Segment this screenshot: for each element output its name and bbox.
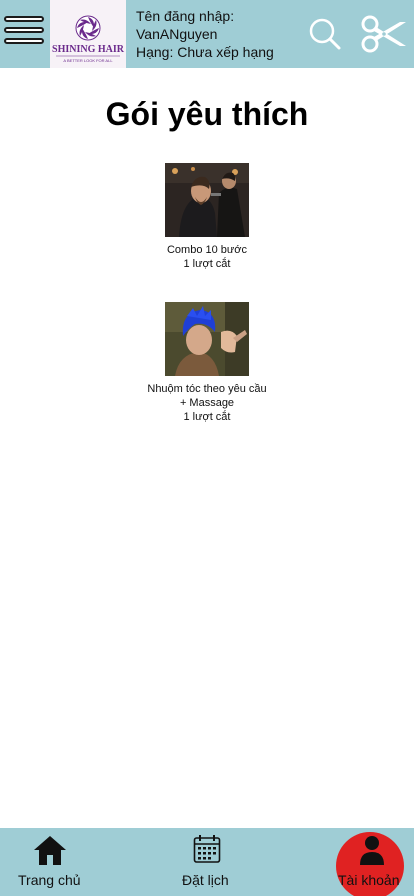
nav-booking[interactable]: Đặt lịch [160, 828, 254, 896]
package-item[interactable]: Combo 10 bước 1 lượt cắt [0, 163, 414, 271]
logo-text: SHINING HAIR [52, 44, 125, 55]
package-name-line1: Nhuộm tóc theo yêu cầu [147, 383, 267, 395]
shining-hair-logo[interactable]: SHINING HAIR A BETTER LOOK FOR ALL [50, 0, 126, 68]
hamburger-menu-icon[interactable] [4, 16, 44, 52]
package-count: 1 lượt cắt [183, 411, 231, 423]
top-header: SHINING HAIR A BETTER LOOK FOR ALL Tên đ… [0, 0, 414, 68]
barber-haircut-photo [165, 163, 249, 237]
calendar-icon [193, 835, 221, 863]
blue-hair-dye-photo [165, 302, 249, 376]
package-count: 1 lượt cắt [183, 258, 231, 270]
package-name: Combo 10 bước [166, 244, 247, 256]
nav-account[interactable]: Tài khoản [330, 828, 414, 896]
nav-booking-label: Đặt lịch [182, 872, 229, 888]
page-title: Gói yêu thích [105, 96, 309, 132]
package-name-line2: + Massage [179, 397, 235, 409]
bottom-nav: Trang chủ Đặt lịch Tài khoản [0, 828, 414, 896]
user-icon [360, 836, 384, 865]
nav-home[interactable]: Trang chủ [0, 828, 100, 896]
rank: Hạng: Chưa xếp hạng [136, 44, 274, 60]
username: VanANguyen [136, 26, 218, 42]
logo-tagline: A BETTER LOOK FOR ALL [63, 58, 113, 63]
package-item[interactable]: Nhuộm tóc theo yêu cầu + Massage 1 lượt … [0, 302, 414, 424]
package-name: Nhuộm tóc theo yêu cầu + Massage [0, 382, 414, 410]
nav-account-label: Tài khoản [338, 872, 400, 888]
scissors-icon[interactable] [360, 14, 408, 54]
search-icon[interactable] [306, 16, 344, 54]
home-icon [34, 836, 66, 865]
nav-home-label: Trang chủ [18, 872, 81, 888]
username-label: Tên đăng nhập: [136, 8, 235, 24]
user-info: Tên đăng nhập: VanANguyen Hạng: Chưa xếp… [136, 7, 274, 61]
